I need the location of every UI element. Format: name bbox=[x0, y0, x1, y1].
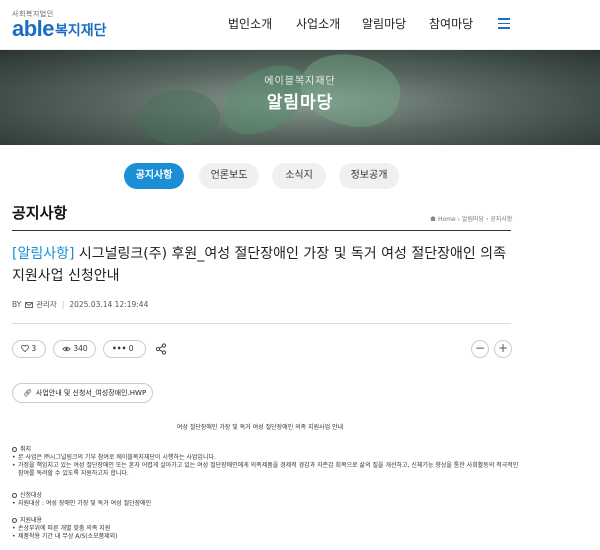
breadcrumb-text[interactable]: Home › 알림마당 › 공지사항 bbox=[438, 216, 512, 223]
tab-newsletter[interactable]: 소식지 bbox=[272, 163, 326, 189]
tab-disclosure[interactable]: 정보공개 bbox=[339, 163, 399, 189]
list-item: 가정을 책임지고 있는 여성 절단장애인 또는 혼자 어렵게 살아가고 있는 여… bbox=[12, 462, 522, 478]
share-icon[interactable] bbox=[155, 343, 167, 355]
like-count: 3 bbox=[31, 344, 37, 353]
breadcrumb: Home › 알림마당 › 공지사항 bbox=[430, 214, 512, 223]
nav-item-about[interactable]: 법인소개 bbox=[228, 16, 272, 32]
circle-bullet-icon bbox=[12, 493, 17, 498]
list-item: 본 사업은 ㈜시그널링크의 기부 참여로 에이블복지재단이 시행하는 사업입니다… bbox=[12, 454, 522, 462]
link-icon: 🔗︎ bbox=[23, 389, 32, 397]
hamburger-menu-icon[interactable] bbox=[498, 18, 512, 30]
like-button[interactable]: 3 bbox=[12, 340, 46, 358]
post-title-text: 시그널링크(주) 후원_여성 절단장애인 가장 및 독거 여성 절단장애인 의족… bbox=[12, 246, 506, 284]
more-dots-icon: ••• bbox=[112, 344, 127, 353]
nav-item-participate[interactable]: 참여마당 bbox=[429, 16, 473, 32]
content-section-purpose: 취지 본 사업은 ㈜시그널링크의 기부 참여로 에이블복지재단이 시행하는 사업… bbox=[12, 446, 522, 478]
section-heading: 신청대상 bbox=[20, 492, 43, 499]
by-label: BY bbox=[12, 300, 22, 309]
list-item: 지원대상 : 여성 장애인 가장 및 독거 여성 절단장애인 bbox=[12, 500, 522, 508]
section-heading: 취지 bbox=[20, 446, 32, 453]
content-section-eligibility: 신청대상 지원대상 : 여성 장애인 가장 및 독거 여성 절단장애인 bbox=[12, 492, 522, 508]
sub-tabs: 공지사항 언론보도 소식지 정보공개 bbox=[0, 163, 600, 189]
nav-item-notice[interactable]: 알림마당 bbox=[362, 16, 406, 32]
post-title: [알림사항] 시그널링크(주) 후원_여성 절단장애인 가장 및 독거 여성 절… bbox=[12, 243, 512, 287]
page-title: 공지사항 bbox=[12, 204, 68, 222]
post-date: 2025.03.14 12:19:44 bbox=[69, 300, 149, 309]
tab-press[interactable]: 언론보도 bbox=[199, 163, 259, 189]
eye-icon bbox=[62, 346, 71, 352]
divider bbox=[12, 230, 511, 231]
list-item: 손상부위에 따른 개별 맞춤 의족 지원 bbox=[12, 525, 522, 533]
view-count: 340 bbox=[73, 344, 88, 353]
mail-icon bbox=[24, 302, 33, 308]
nav-item-programs[interactable]: 사업소개 bbox=[296, 16, 340, 32]
zoom-out-button[interactable]: − bbox=[471, 340, 489, 358]
hero-title: 알림마당 bbox=[266, 93, 334, 113]
home-icon[interactable] bbox=[430, 216, 436, 221]
heart-icon bbox=[21, 345, 29, 353]
comments-button[interactable]: ••• 0 bbox=[103, 340, 146, 358]
hero-subtitle: 에이블복지재단 bbox=[264, 76, 336, 87]
circle-bullet-icon bbox=[12, 518, 17, 523]
views-badge: 340 bbox=[53, 340, 96, 358]
post-author: 관리자 bbox=[36, 300, 57, 309]
post-meta: BY 관리자 | 2025.03.14 12:19:44 bbox=[12, 300, 149, 309]
post-category: [알림사항] bbox=[12, 246, 75, 262]
tab-notices[interactable]: 공지사항 bbox=[124, 163, 184, 189]
circle-bullet-icon bbox=[12, 447, 17, 452]
comment-count: 0 bbox=[128, 344, 134, 353]
divider bbox=[12, 323, 511, 324]
attachment-filename: 사업안내 및 신청서_여성장애인.HWP bbox=[35, 389, 147, 397]
site-header: 사회복지법인 able 복지재단 법인소개 사업소개 알림마당 참여마당 bbox=[0, 0, 600, 50]
zoom-in-button[interactable]: + bbox=[494, 340, 512, 358]
list-item: 제품착용 기간 내 무상 A/S(소모품제외) bbox=[12, 533, 522, 541]
content-heading: 여성 절단장애인 가장 및 독거 여성 절단장애인 의족 지원사업 안내 bbox=[176, 424, 344, 431]
section-heading: 지원내용 bbox=[20, 517, 43, 524]
attachment-link[interactable]: 🔗︎ 사업안내 및 신청서_여성장애인.HWP bbox=[12, 383, 153, 403]
hero-banner: 에이블복지재단 알림마당 bbox=[0, 50, 600, 145]
content-section-support: 지원내용 손상부위에 따른 개별 맞춤 의족 지원 제품착용 기간 내 무상 A… bbox=[12, 517, 522, 541]
